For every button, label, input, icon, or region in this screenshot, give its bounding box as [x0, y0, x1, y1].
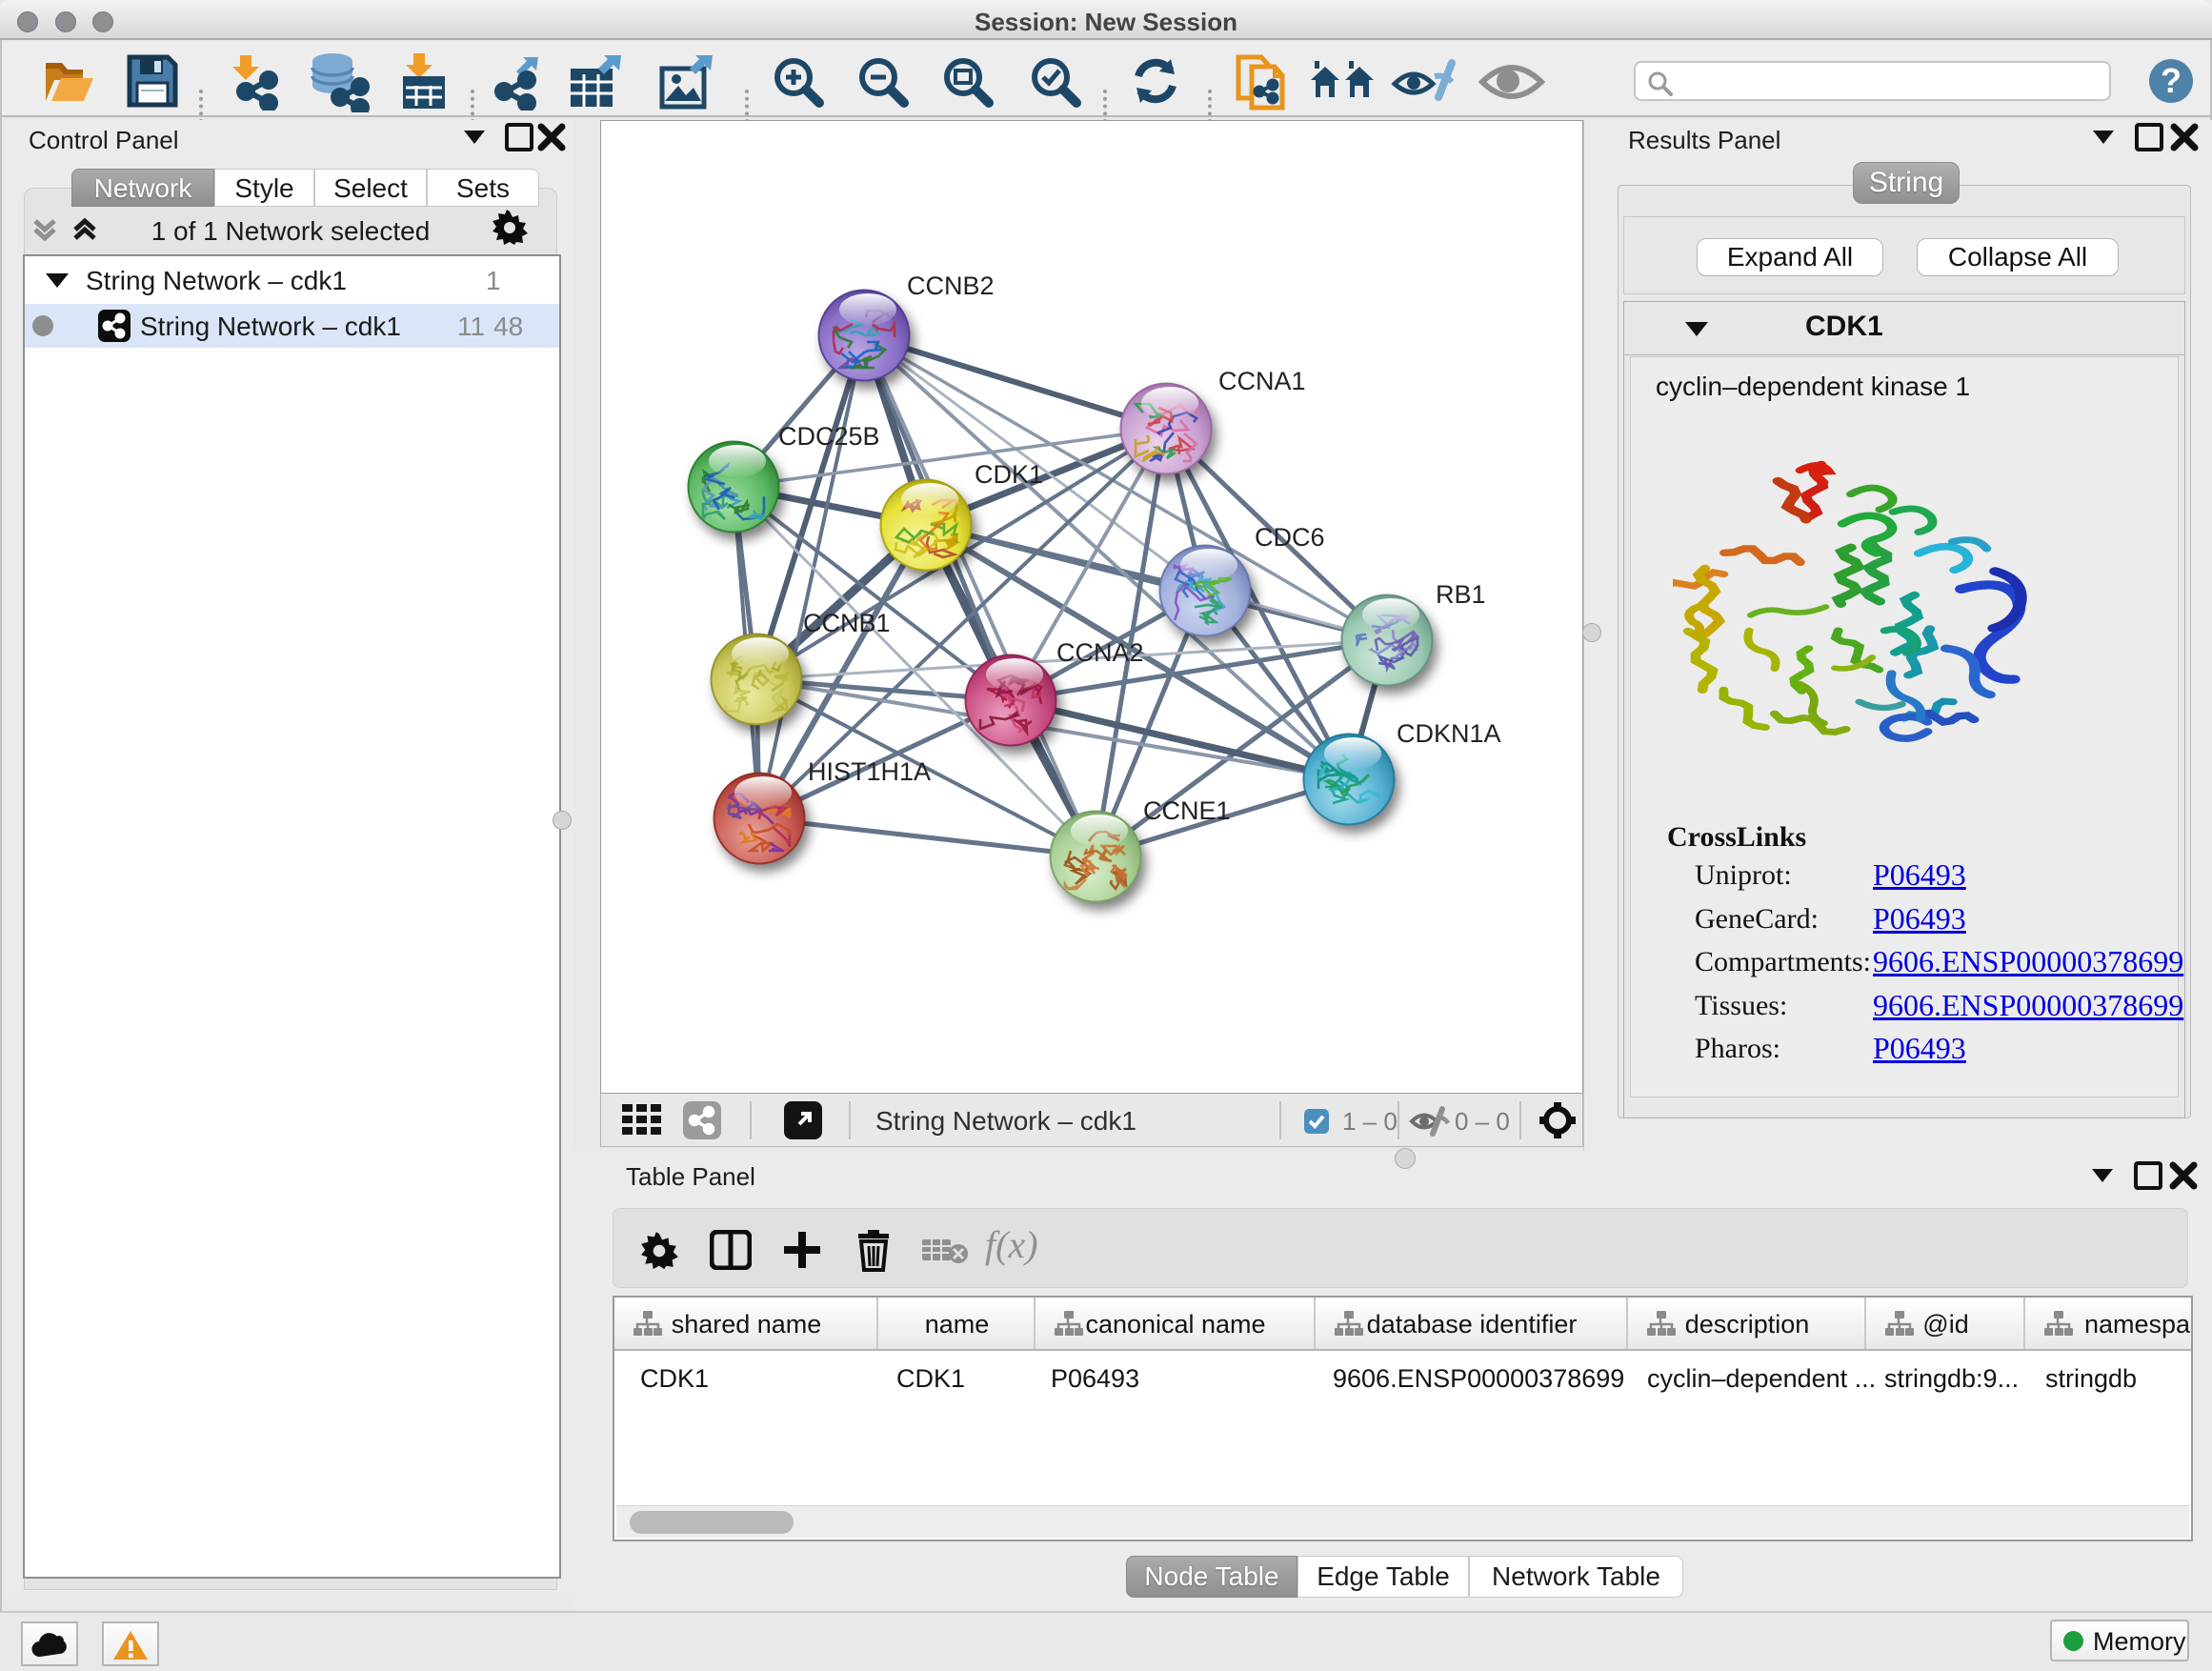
svg-text:CCNE1: CCNE1: [1143, 796, 1231, 825]
svg-text:CCNB2: CCNB2: [907, 272, 995, 300]
svg-text:CDC25B: CDC25B: [778, 422, 880, 451]
svg-text:CCNA1: CCNA1: [1218, 367, 1306, 395]
svg-text:CDC6: CDC6: [1255, 523, 1325, 552]
svg-text:CCNB1: CCNB1: [803, 609, 891, 637]
svg-text:CDK1: CDK1: [975, 460, 1043, 489]
svg-text:CCNA2: CCNA2: [1056, 638, 1144, 667]
svg-text:HIST1H1A: HIST1H1A: [808, 757, 931, 786]
svg-text:CDKN1A: CDKN1A: [1397, 719, 1501, 748]
svg-text:RB1: RB1: [1436, 580, 1486, 609]
